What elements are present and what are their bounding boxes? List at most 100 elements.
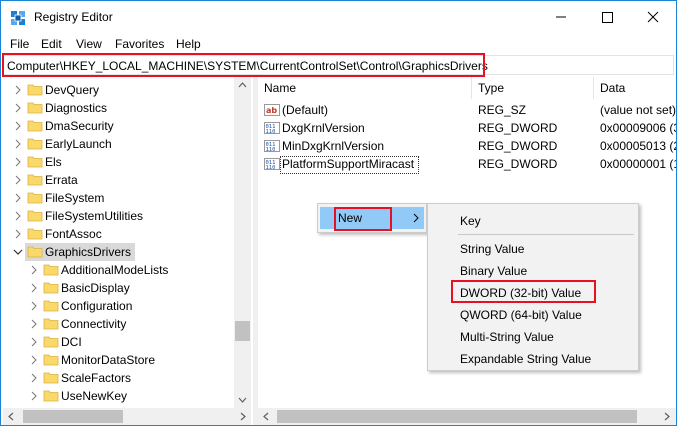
chevron-right-icon[interactable] xyxy=(13,138,23,150)
submenu-item-multi-string-value[interactable]: Multi-String Value xyxy=(430,326,636,348)
column-type-label: Type xyxy=(478,81,505,95)
scroll-left-arrow-icon[interactable] xyxy=(3,408,20,425)
tree-item-label: FileSystemUtilities xyxy=(45,209,144,223)
tree-item[interactable]: BasicDisplay xyxy=(3,279,233,297)
tree-item[interactable]: Diagnostics xyxy=(3,99,233,117)
tree-vertical-scrollbar[interactable] xyxy=(234,77,251,408)
tree-item[interactable]: FileSystem xyxy=(3,189,233,207)
tree-item[interactable]: FileSystemUtilities xyxy=(3,207,233,225)
scroll-right-arrow-icon[interactable] xyxy=(658,408,675,425)
scroll-down-arrow-icon[interactable] xyxy=(234,391,251,408)
submenu-item-key[interactable]: Key xyxy=(430,210,636,232)
folder-icon xyxy=(27,156,43,168)
folder-icon xyxy=(27,246,43,258)
chevron-right-icon[interactable] xyxy=(29,264,39,276)
scroll-up-arrow-icon[interactable] xyxy=(234,77,251,94)
folder-icon xyxy=(43,264,59,276)
menu-edit[interactable]: Edit xyxy=(41,37,62,51)
tree-item[interactable]: Configuration xyxy=(3,297,233,315)
column-header-type[interactable]: Type xyxy=(472,77,594,99)
tree-item[interactable]: DmaSecurity xyxy=(3,117,233,135)
menu-help[interactable]: Help xyxy=(176,37,201,51)
submenu-item-label: Expandable String Value xyxy=(460,352,592,366)
tree-item-label: GraphicsDrivers xyxy=(45,245,132,259)
chevron-right-icon[interactable] xyxy=(29,318,39,330)
scroll-right-arrow-icon[interactable] xyxy=(234,408,251,425)
submenu-item-expandable-string-value[interactable]: Expandable String Value xyxy=(430,348,636,370)
folder-icon xyxy=(27,102,43,114)
value-data: 0x00005013 (20499) xyxy=(600,139,676,153)
chevron-right-icon[interactable] xyxy=(13,174,23,186)
tree-item[interactable]: DCI xyxy=(3,333,233,351)
tree-hscroll-thumb[interactable] xyxy=(23,410,123,423)
chevron-right-icon[interactable] xyxy=(29,336,39,348)
tree-item-label: ScaleFactors xyxy=(61,371,132,385)
column-header-data[interactable]: Data xyxy=(594,77,676,99)
chevron-down-icon[interactable] xyxy=(13,246,23,258)
chevron-right-icon[interactable] xyxy=(29,282,39,294)
title-bar[interactable]: Registry Editor xyxy=(1,1,676,33)
chevron-right-icon[interactable] xyxy=(29,372,39,384)
chevron-right-icon[interactable] xyxy=(29,354,39,366)
tree-item-label: UseNewKey xyxy=(61,389,128,403)
folder-icon xyxy=(43,354,59,366)
tree-item[interactable]: GraphicsDrivers xyxy=(13,243,135,261)
tree-item-label: FontAssoc xyxy=(45,227,102,241)
menu-bar: File Edit View Favorites Help xyxy=(1,33,676,55)
submenu-item-string-value[interactable]: String Value xyxy=(430,238,636,260)
tree-item[interactable]: Errata xyxy=(3,171,233,189)
value-type: REG_DWORD xyxy=(478,139,558,153)
value-type: REG_DWORD xyxy=(478,157,558,171)
chevron-right-icon[interactable] xyxy=(13,192,23,204)
tree-item[interactable]: ScaleFactors xyxy=(3,369,233,387)
tree-horizontal-scrollbar[interactable] xyxy=(3,408,251,425)
maximize-icon[interactable] xyxy=(584,1,630,33)
chevron-right-icon[interactable] xyxy=(29,390,39,402)
menu-view[interactable]: View xyxy=(76,37,102,51)
tree-item-label: Configuration xyxy=(61,299,133,313)
tree-item[interactable]: EarlyLaunch xyxy=(3,135,233,153)
menu-file[interactable]: File xyxy=(10,37,29,51)
tree-item-label: MonitorDataStore xyxy=(61,353,156,367)
minimize-icon[interactable] xyxy=(538,1,584,33)
tree-item[interactable]: Els xyxy=(3,153,233,171)
tree-item-label: DCI xyxy=(61,335,82,349)
key-tree-pane[interactable]: DevQuery Diagnostics DmaSecurity EarlyLaunc… xyxy=(3,77,253,425)
values-hscroll-thumb[interactable] xyxy=(277,410,637,423)
chevron-right-icon[interactable] xyxy=(13,84,23,96)
chevron-right-icon[interactable] xyxy=(13,228,23,240)
tree-item[interactable]: FontAssoc xyxy=(3,225,233,243)
tree-item-label: Connectivity xyxy=(61,317,127,331)
submenu-item-binary-value[interactable]: Binary Value xyxy=(430,260,636,282)
menu-favorites[interactable]: Favorites xyxy=(115,37,164,51)
tree-item[interactable]: MonitorDataStore xyxy=(3,351,233,369)
new-highlight-box xyxy=(334,207,392,231)
column-header-name[interactable]: Name xyxy=(258,77,472,99)
submenu-item-label: Binary Value xyxy=(460,264,528,278)
binary-value-icon: 011110 xyxy=(264,140,280,153)
value-type: REG_SZ xyxy=(478,103,527,117)
tree-item-label: BasicDisplay xyxy=(61,281,130,295)
chevron-right-icon[interactable] xyxy=(13,120,23,132)
submenu-item-qword-64-bit-value[interactable]: QWORD (64-bit) Value xyxy=(430,304,636,326)
chevron-right-icon[interactable] xyxy=(29,300,39,312)
tree-item[interactable]: DevQuery xyxy=(3,81,233,99)
chevron-right-icon[interactable] xyxy=(13,156,23,168)
tree-item[interactable]: UseNewKey xyxy=(3,387,233,405)
address-highlight-box xyxy=(2,53,485,77)
submenu-item-label: Multi-String Value xyxy=(460,330,554,344)
chevron-right-icon[interactable] xyxy=(13,102,23,114)
tree-item[interactable]: AdditionalModeLists xyxy=(3,261,233,279)
tree-scroll-thumb[interactable] xyxy=(235,321,250,341)
scroll-left-arrow-icon[interactable] xyxy=(258,408,275,425)
chevron-right-icon xyxy=(413,213,419,223)
value-row[interactable]: 011 110 DxgKrnlVersion REG_DWORD 0x00009006 … xyxy=(258,119,676,137)
tree-item[interactable]: Connectivity xyxy=(3,315,233,333)
value-row[interactable]: ab (Default) REG_SZ (value not set) xyxy=(258,101,676,119)
tree-item-label: EarlyLaunch xyxy=(45,137,112,151)
values-horizontal-scrollbar[interactable] xyxy=(258,408,676,425)
folder-icon xyxy=(43,372,59,384)
value-row[interactable]: 011 110 MinDxgKrnlVersion REG_DWORD 0x000050… xyxy=(258,137,676,155)
close-icon[interactable] xyxy=(630,1,676,33)
chevron-right-icon[interactable] xyxy=(13,210,23,222)
